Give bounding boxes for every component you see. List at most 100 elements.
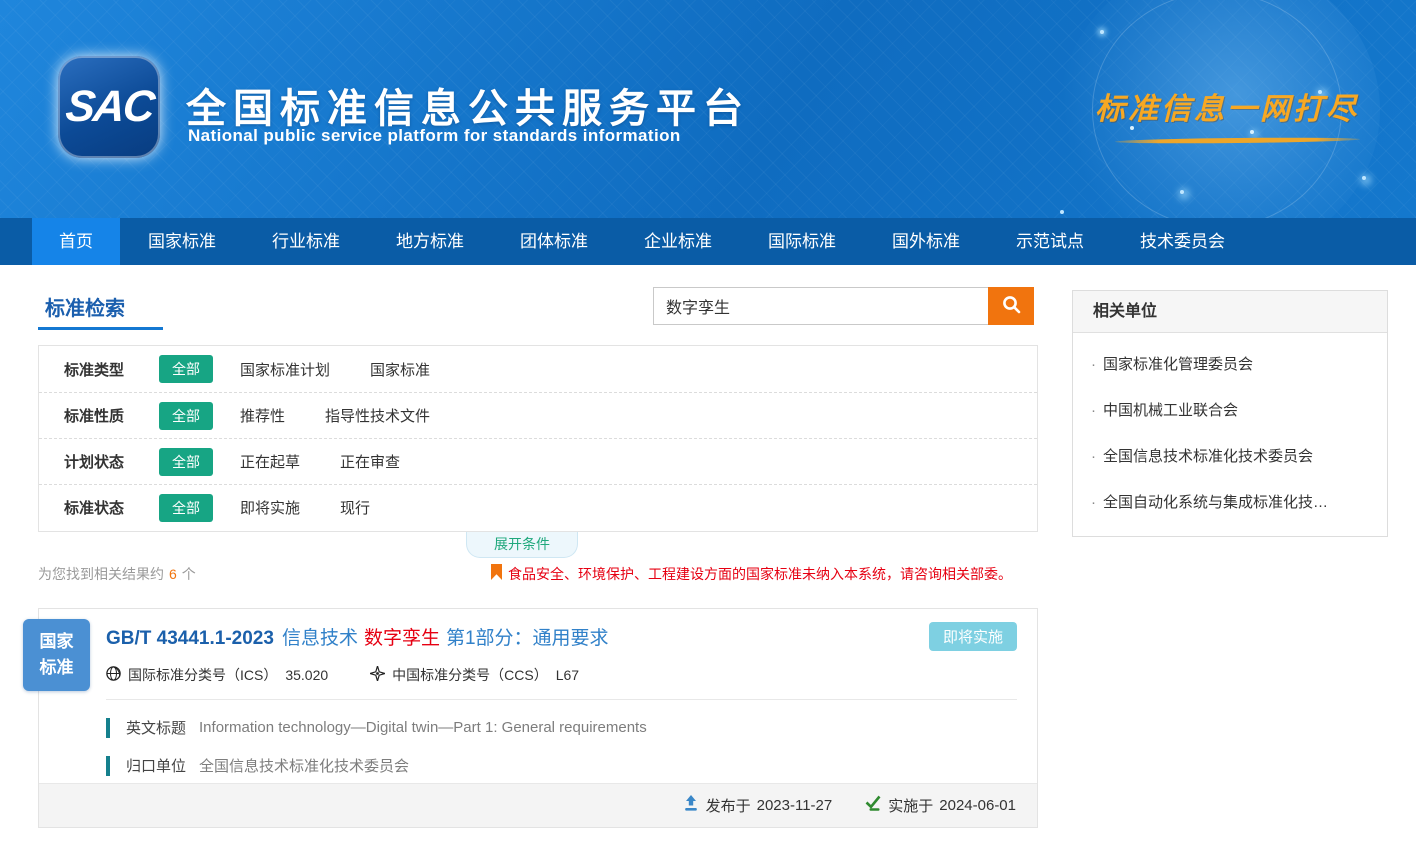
standard-title-highlight[interactable]: 数字孪生: [364, 628, 440, 649]
globe-icon: [106, 666, 121, 684]
ics-label: 国际标准分类号（ICS）: [128, 665, 277, 685]
filter-option[interactable]: 正在起草: [240, 451, 300, 472]
page: SAC 全国标准信息公共服务平台 National public service…: [0, 0, 1416, 845]
notice: 食品安全、环境保护、工程建设方面的国家标准未纳入本系统，请咨询相关部委。: [491, 564, 1038, 585]
nav-item-group-standards-label[interactable]: 团体标准: [492, 218, 616, 265]
committee-row: 归口单位 全国信息技术标准化技术委员会: [106, 755, 1017, 776]
result-count: 6: [169, 566, 177, 582]
result-summary: 为您找到相关结果约6个: [38, 564, 196, 584]
standard-result-card: 国家 标准 即将实施 GB/T 43441.1-2023信息技术数字孪生第1部分…: [38, 608, 1038, 828]
sidebar-item-label[interactable]: 中国机械工业联合会: [1103, 402, 1238, 419]
list-dot: ·: [1091, 494, 1096, 511]
filter-all-button[interactable]: 全部: [159, 448, 213, 476]
nav-item-industry-standards-label[interactable]: 行业标准: [244, 218, 368, 265]
sac-logo-text: SAC: [63, 82, 155, 132]
nav-item-enterprise-standards[interactable]: 企业标准: [616, 218, 740, 265]
nav-item-group-standards[interactable]: 团体标准: [492, 218, 616, 265]
filter-option[interactable]: 推荐性: [240, 405, 285, 426]
nav-item-international-standards-label[interactable]: 国际标准: [740, 218, 864, 265]
sidebar-item-automation-committee[interactable]: · 全国自动化系统与集成标准化技…: [1073, 480, 1387, 526]
filter-panel: 标准类型 全部 国家标准计划 国家标准 标准性质 全部 推荐性 指导性技术文件 …: [38, 345, 1038, 532]
search-icon: [1001, 294, 1022, 318]
implement-date: 2024-06-01: [939, 797, 1016, 814]
nav-item-home-label[interactable]: 首页: [32, 218, 120, 265]
nav-item-pilot[interactable]: 示范试点: [988, 218, 1112, 265]
sidebar-item-machinery-federation[interactable]: · 中国机械工业联合会: [1073, 388, 1387, 434]
teal-bar: [106, 756, 110, 776]
filter-label: 标准状态: [64, 497, 159, 518]
list-dot: ·: [1091, 402, 1096, 419]
nav-item-pilot-label[interactable]: 示范试点: [988, 218, 1112, 265]
nav-item-international-standards[interactable]: 国际标准: [740, 218, 864, 265]
notice-text: 食品安全、环境保护、工程建设方面的国家标准未纳入本系统，请咨询相关部委。: [508, 564, 1012, 584]
nav-item-national-standards-label[interactable]: 国家标准: [120, 218, 244, 265]
ccs-value: L67: [556, 667, 579, 683]
sac-logo[interactable]: SAC: [58, 56, 160, 158]
nav-item-industry-standards[interactable]: 行业标准: [244, 218, 368, 265]
sidebar-item-label[interactable]: 国家标准化管理委员会: [1103, 356, 1253, 373]
list-dot: ·: [1091, 448, 1096, 465]
section-title: 标准检索: [45, 292, 125, 321]
filter-option[interactable]: 指导性技术文件: [325, 405, 430, 426]
expand-conditions-button[interactable]: 展开条件: [466, 532, 578, 558]
nav-item-technical-committee[interactable]: 技术委员会: [1112, 218, 1253, 265]
standard-code[interactable]: GB/T 43441.1-2023: [106, 628, 274, 649]
upload-icon: [683, 795, 699, 816]
english-title-label: 英文标题: [126, 717, 186, 738]
ccs-label: 中国标准分类号（CCS）: [392, 665, 548, 685]
nav-item-technical-committee-label[interactable]: 技术委员会: [1112, 218, 1253, 265]
publish-label: 发布于: [706, 795, 751, 816]
filter-option[interactable]: 国家标准: [370, 359, 430, 380]
compass-icon: [370, 666, 385, 684]
filter-option[interactable]: 现行: [340, 497, 370, 518]
sidebar-item-label[interactable]: 全国信息技术标准化技术委员会: [1103, 448, 1313, 465]
filter-row-standard-nature: 标准性质 全部 推荐性 指导性技术文件: [39, 392, 1037, 438]
committee-value: 全国信息技术标准化技术委员会: [199, 755, 409, 776]
filter-label: 标准类型: [64, 359, 159, 380]
committee-label: 归口单位: [126, 755, 186, 776]
standard-title-post[interactable]: 第1部分：通用要求: [446, 628, 609, 649]
nav-item-enterprise-standards-label[interactable]: 企业标准: [616, 218, 740, 265]
result-info-row: 为您找到相关结果约6个 食品安全、环境保护、工程建设方面的国家标准未纳入本系统，…: [38, 560, 1038, 588]
bookmark-icon: [491, 564, 502, 585]
nav-item-national-standards[interactable]: 国家标准: [120, 218, 244, 265]
check-icon: [864, 795, 881, 816]
filter-row-plan-status: 计划状态 全部 正在起草 正在审查: [39, 438, 1037, 484]
slogan-text: 标准信息一网打尽: [1095, 84, 1359, 128]
standard-title-link[interactable]: GB/T 43441.1-2023 信息技术数字孪生第1部分：通用要求: [106, 623, 1017, 650]
filter-all-button[interactable]: 全部: [159, 494, 213, 522]
result-summary-prefix: 为您找到相关结果约: [38, 566, 164, 582]
classification-row: 国际标准分类号（ICS） 35.020 中国标准分类号（CCS） L67: [106, 665, 1017, 700]
search-box: [653, 287, 1034, 325]
related-units-panel: 相关单位 · 国家标准化管理委员会 · 中国机械工业联合会 · 全国信息技术标准化技术…: [1072, 290, 1388, 537]
filter-row-standard-status: 标准状态 全部 即将实施 现行: [39, 484, 1037, 530]
sidebar-item-sac[interactable]: · 国家标准化管理委员会: [1073, 342, 1387, 388]
filter-row-standard-type: 标准类型 全部 国家标准计划 国家标准: [39, 346, 1037, 392]
filter-all-button[interactable]: 全部: [159, 355, 213, 383]
implement-label: 实施于: [888, 795, 933, 816]
related-units-title: 相关单位: [1073, 291, 1387, 333]
status-badge: 即将实施: [929, 622, 1017, 651]
nav-item-foreign-standards[interactable]: 国外标准: [864, 218, 988, 265]
nav-item-local-standards-label[interactable]: 地方标准: [368, 218, 492, 265]
standard-title-pre[interactable]: 信息技术: [282, 628, 358, 649]
filter-option[interactable]: 国家标准计划: [240, 359, 330, 380]
filter-option[interactable]: 正在审查: [340, 451, 400, 472]
filter-label: 计划状态: [64, 451, 159, 472]
filter-label: 标准性质: [64, 405, 159, 426]
nav-item-local-standards[interactable]: 地方标准: [368, 218, 492, 265]
filter-option[interactable]: 即将实施: [240, 497, 300, 518]
site-header: SAC 全国标准信息公共服务平台 National public service…: [0, 0, 1416, 218]
search-input[interactable]: [653, 287, 988, 325]
badge-line1: 国家: [40, 629, 74, 655]
list-dot: ·: [1091, 356, 1096, 373]
search-button[interactable]: [988, 287, 1034, 325]
card-footer: 发布于 2023-11-27 实施于 2024-06-01: [39, 783, 1037, 827]
nav-item-foreign-standards-label[interactable]: 国外标准: [864, 218, 988, 265]
filter-all-button[interactable]: 全部: [159, 402, 213, 430]
sidebar-item-label[interactable]: 全国自动化系统与集成标准化技…: [1103, 494, 1328, 511]
main-nav: 首页 国家标准 行业标准 地方标准 团体标准 企业标准 国际标准 国外标准 示范…: [0, 218, 1416, 265]
national-standard-badge: 国家 标准: [23, 619, 90, 691]
nav-item-home[interactable]: 首页: [32, 218, 120, 265]
sidebar-item-it-standardization-committee[interactable]: · 全国信息技术标准化技术委员会: [1073, 434, 1387, 480]
